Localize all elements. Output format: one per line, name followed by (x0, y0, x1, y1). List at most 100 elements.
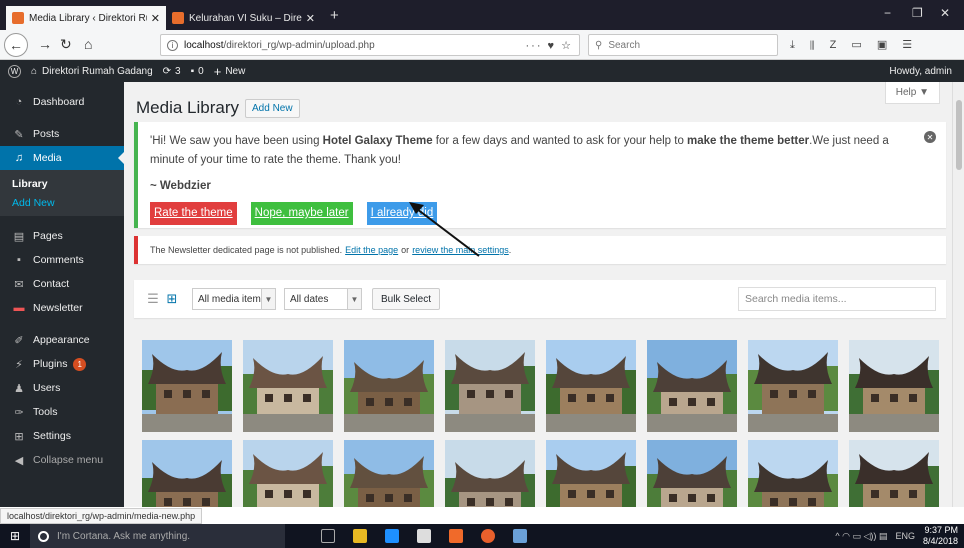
windows-start-icon[interactable]: ⊞ (0, 529, 30, 543)
browser-tab-kelurahan[interactable]: Kelurahan VI Suku – Direktori R ✕ (166, 6, 321, 30)
maybe-later-button[interactable]: Nope, maybe later (250, 202, 353, 225)
media-thumbnail[interactable] (546, 440, 636, 507)
sidebar-item-appearance[interactable]: ✐ Appearance (0, 328, 124, 352)
cortana-icon (38, 530, 49, 542)
howdy-user-menu[interactable]: Howdy, admin (889, 66, 952, 77)
minimize-button[interactable]: − (884, 6, 891, 20)
back-arrow-icon[interactable]: ← (4, 33, 28, 57)
grid-view-icon[interactable]: ⊞ (165, 292, 179, 306)
app-icon[interactable] (513, 529, 527, 543)
filter-date-value: All dates (290, 293, 329, 305)
collapse-menu-button[interactable]: ◀ Collapse menu (0, 448, 124, 472)
sidebar-item-media[interactable]: ♫ Media (0, 146, 124, 170)
sidebar-item-label: Media (33, 152, 62, 164)
media-thumbnail[interactable] (445, 440, 535, 507)
sidebar-item-dashboard[interactable]: ◔ Dashboard (0, 90, 124, 114)
sidebar-item-comments[interactable]: ▪ Comments (0, 248, 124, 272)
page-scrollbar[interactable] (952, 82, 964, 507)
app-icon[interactable] (449, 529, 463, 543)
media-thumbnail[interactable] (142, 440, 232, 507)
window-close-button[interactable]: ✕ (940, 6, 950, 20)
sidebar-item-settings[interactable]: ⊞ Settings (0, 424, 124, 448)
sidebar-item-label: Appearance (33, 334, 90, 346)
notice-message: 'Hi! We saw you have been using Hotel Ga… (150, 132, 906, 170)
sidebar-item-label: Settings (33, 430, 71, 442)
cortana-search-box[interactable]: I'm Cortana. Ask me anything. (30, 524, 285, 548)
media-type-filter[interactable]: All media items ▼ (192, 288, 276, 310)
url-bar[interactable]: i localhost /direktori_rg/wp-admin/uploa… (160, 34, 580, 56)
page-actions-icon[interactable]: ··· ♥ ☆ (526, 39, 574, 52)
media-thumbnail[interactable] (748, 440, 838, 507)
media-thumbnail[interactable] (647, 340, 737, 432)
plugins-update-badge: 1 (73, 357, 86, 371)
notice-theme-name: Hotel Galaxy Theme (322, 135, 433, 147)
comments-link[interactable]: ▪ 0 (191, 66, 204, 77)
sidebar-item-tools[interactable]: ✑ Tools (0, 400, 124, 424)
edit-page-link[interactable]: Edit the page (345, 245, 398, 255)
home-icon: ⌂ (31, 65, 38, 77)
media-thumbnail[interactable] (748, 340, 838, 432)
rate-theme-button[interactable]: Rate the theme (150, 202, 237, 225)
maximize-button[interactable]: ❐ (912, 6, 923, 20)
media-thumbnail[interactable] (546, 340, 636, 432)
sidebar-item-pages[interactable]: ▤ Pages (0, 224, 124, 248)
list-view-icon[interactable]: ☰ (146, 292, 160, 306)
sidebar-item-posts[interactable]: ✎ Posts (0, 122, 124, 146)
sidebar-item-contact[interactable]: ✉ Contact (0, 272, 124, 296)
add-new-button[interactable]: Add New (245, 98, 300, 118)
clock[interactable]: 9:37 PM 8/4/2018 (923, 525, 958, 547)
edge-icon[interactable] (385, 529, 399, 543)
media-thumbnail[interactable] (142, 340, 232, 432)
media-search-input[interactable]: Search media items... (738, 287, 936, 311)
media-thumbnail[interactable] (445, 340, 535, 432)
already-did-button[interactable]: I already did (366, 202, 438, 225)
media-thumbnail[interactable] (849, 440, 939, 507)
scrollbar-thumb[interactable] (956, 100, 962, 170)
help-tab-button[interactable]: Help ▼ (884, 82, 940, 104)
updates-link[interactable]: ⟳ 3 (163, 66, 181, 77)
firefox-icon[interactable] (481, 529, 495, 543)
notice-signature: ~ Webdzier (150, 180, 211, 192)
media-toolbar: ☰ ⊞ All media items ▼ All dates ▼ Bulk S… (134, 280, 946, 318)
new-content-link[interactable]: + New (214, 64, 246, 79)
media-thumbnail[interactable] (647, 440, 737, 507)
new-tab-button[interactable]: + (330, 7, 339, 24)
store-icon[interactable] (417, 529, 431, 543)
file-explorer-icon[interactable] (353, 529, 367, 543)
forward-arrow-icon[interactable]: → (38, 36, 52, 52)
clock-time: 9:37 PM (924, 525, 958, 535)
toolbar-icons[interactable]: ⤓ ⫴ Z ▭ ▣ ☰ (790, 38, 918, 52)
submenu-add-new[interactable]: Add New (0, 193, 124, 212)
close-tab-icon[interactable]: ✕ (151, 12, 160, 25)
reload-icon[interactable]: ↻ (60, 36, 72, 53)
home-icon[interactable]: ⌂ (84, 36, 92, 52)
page-title: Media Library Add New (136, 98, 300, 118)
plus-icon: + (213, 63, 222, 79)
task-view-icon[interactable] (321, 529, 335, 543)
site-name-link[interactable]: ⌂ Direktori Rumah Gadang (31, 66, 153, 77)
language-indicator[interactable]: ENG (895, 531, 915, 541)
dismiss-notice-icon[interactable]: ✕ (924, 131, 936, 143)
media-thumbnail[interactable] (243, 440, 333, 507)
close-tab-icon[interactable]: ✕ (306, 12, 315, 25)
browser-search-input[interactable]: ⚲ Search (588, 34, 778, 56)
browser-tab-media-library[interactable]: Media Library ‹ Direktori Rumah ✕ (6, 6, 166, 30)
media-date-filter[interactable]: All dates ▼ (284, 288, 362, 310)
notice-text: 'Hi! We saw you have been using (150, 135, 323, 147)
newsletter-notice: The Newsletter dedicated page is not pub… (134, 236, 946, 264)
bulk-select-button[interactable]: Bulk Select (372, 288, 441, 310)
media-thumbnail[interactable] (344, 440, 434, 507)
media-thumbnail[interactable] (849, 340, 939, 432)
status-bar-url: localhost/direktori_rg/wp-admin/media-ne… (0, 508, 203, 524)
review-settings-link[interactable]: review the main settings (412, 245, 509, 255)
submenu-library[interactable]: Library (0, 174, 124, 193)
tray-icons[interactable]: ^ ◠ ▭ ◁)) ▤ (835, 531, 887, 542)
media-thumbnail[interactable] (243, 340, 333, 432)
sidebar-item-users[interactable]: ♟ Users (0, 376, 124, 400)
media-thumbnail[interactable] (344, 340, 434, 432)
info-icon[interactable]: i (167, 39, 178, 51)
sidebar-item-plugins[interactable]: ⚡ Plugins 1 (0, 352, 124, 376)
sidebar-item-newsletter[interactable]: ▬ Newsletter (0, 296, 124, 320)
theme-rating-notice: 'Hi! We saw you have been using Hotel Ga… (134, 122, 946, 228)
wordpress-logo-icon[interactable]: W (8, 64, 21, 78)
